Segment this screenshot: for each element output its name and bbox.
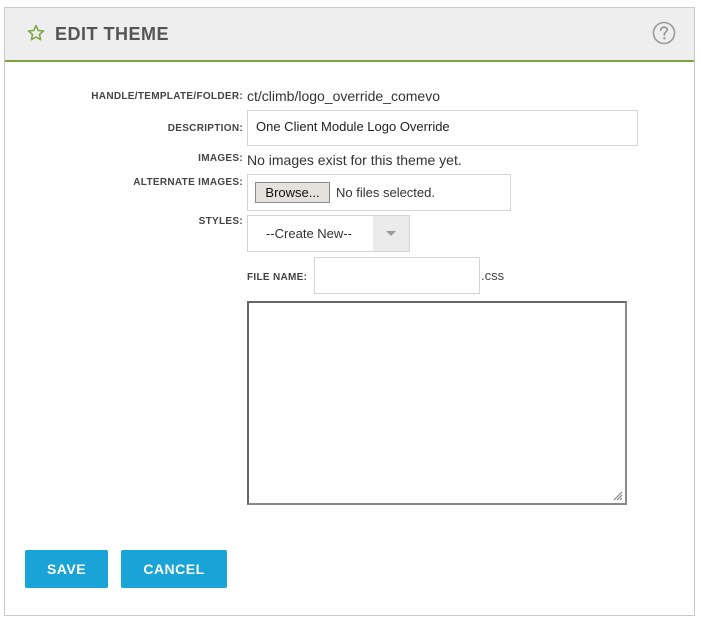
no-files-text: No files selected. xyxy=(336,185,435,200)
file-name-label: FILE NAME: xyxy=(247,272,308,283)
panel-header: EDIT THEME xyxy=(5,8,694,62)
images-label: IMAGES: xyxy=(198,153,243,164)
styles-select[interactable]: --Create New-- xyxy=(247,215,410,252)
page-title: EDIT THEME xyxy=(55,24,170,44)
alternate-images-file-input[interactable]: Browse... No files selected. xyxy=(247,174,511,211)
description-value: One Client Module Logo Override xyxy=(256,119,450,134)
save-button[interactable]: SAVE xyxy=(25,550,108,588)
question-circle-icon[interactable] xyxy=(652,21,676,45)
handle-label: HANDLE/TEMPLATE/FOLDER: xyxy=(91,91,243,102)
cancel-button[interactable]: CANCEL xyxy=(121,550,227,588)
images-value: No images exist for this theme yet. xyxy=(247,152,462,168)
file-extension-text: .css xyxy=(481,268,505,283)
description-label: DESCRIPTION: xyxy=(167,123,243,134)
css-editor-textarea[interactable] xyxy=(247,301,627,505)
styles-selected-value: --Create New-- xyxy=(266,226,352,241)
handle-value: ct/climb/logo_override_comevo xyxy=(247,88,440,104)
file-name-input[interactable] xyxy=(314,257,480,294)
alternate-images-label: ALTERNATE IMAGES: xyxy=(133,177,243,188)
browse-button[interactable]: Browse... xyxy=(255,182,330,203)
star-outline-icon xyxy=(27,24,45,41)
styles-label: STYLES: xyxy=(198,216,243,227)
chevron-down-icon[interactable] xyxy=(373,216,409,251)
description-input[interactable]: One Client Module Logo Override xyxy=(247,110,638,146)
resize-handle-icon[interactable] xyxy=(611,489,623,501)
